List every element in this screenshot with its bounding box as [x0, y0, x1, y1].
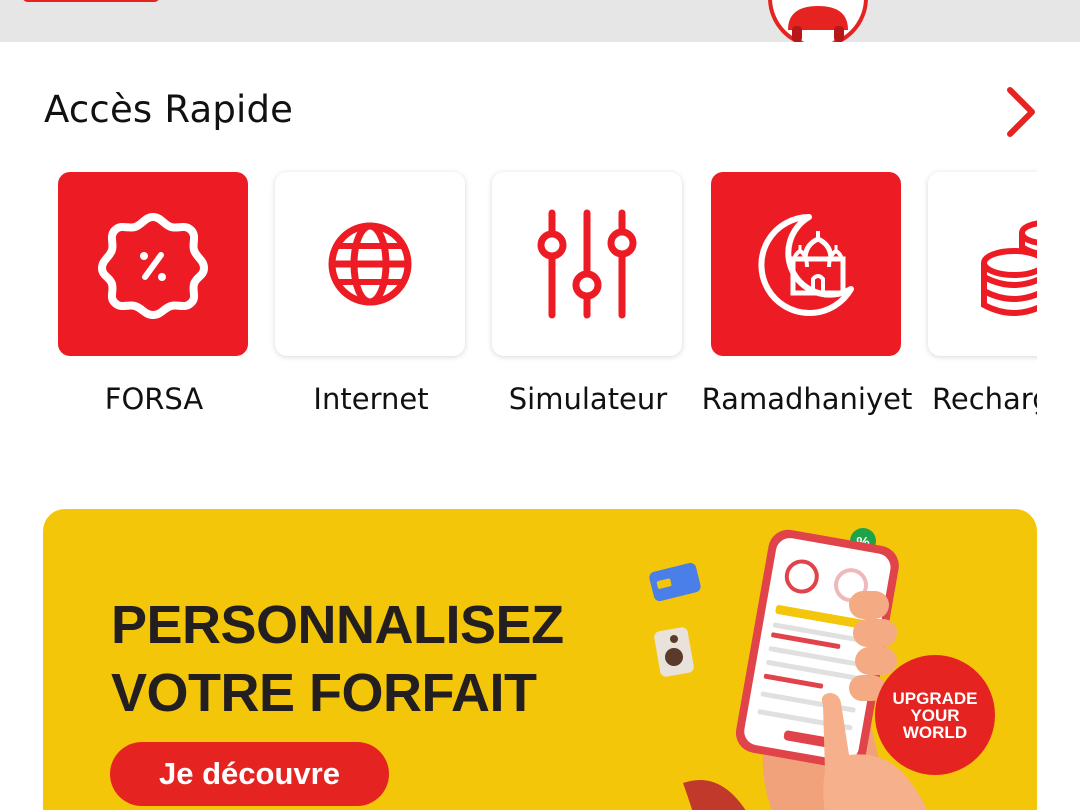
tile-label: Recharge — [932, 382, 1037, 416]
discover-button[interactable]: Je découvre — [110, 742, 389, 806]
tile-icon-box — [928, 172, 1037, 356]
speaker-icon — [654, 627, 694, 677]
quick-access-item-simulateur[interactable]: Simulateur — [478, 166, 698, 432]
tile-label: FORSA — [104, 382, 204, 416]
top-header-strip — [0, 0, 1080, 42]
tile-icon-box — [58, 172, 248, 356]
chevron-right-icon — [1007, 87, 1035, 137]
tile-icon-box — [711, 172, 901, 356]
promo-banner[interactable]: PERSONNALISEZ VOTRE FORFAIT Je découvre … — [43, 509, 1037, 810]
discount-badge-icon — [98, 213, 208, 319]
tile-label: Ramadhaniyet — [701, 382, 913, 416]
badge-line-2: YOUR — [910, 705, 960, 725]
coins-icon — [981, 220, 1037, 316]
badge-line-3: WORLD — [902, 722, 968, 742]
promo-headline: PERSONNALISEZ VOTRE FORFAIT — [111, 591, 564, 727]
phone-hand-illustration: % — [649, 528, 927, 810]
badge-line-1: UPGRADE — [892, 688, 978, 708]
tile-icon-box — [275, 172, 465, 356]
tile-icon-box — [492, 172, 682, 356]
quick-access-item-forsa[interactable]: FORSA — [44, 166, 264, 432]
support-avatar-icon[interactable] — [766, 0, 870, 42]
tile-label: Simulateur — [508, 382, 668, 416]
quick-access-item-internet[interactable]: Internet — [261, 166, 481, 432]
quick-access-see-all-button[interactable] — [996, 84, 1046, 140]
quick-access-title: Accès Rapide — [44, 88, 294, 131]
brand-logo — [22, 0, 160, 2]
promo-headline-line1: PERSONNALISEZ — [111, 595, 564, 655]
tile-label: Internet — [313, 382, 429, 416]
quick-access-item-ramadhaniyet[interactable]: Ramadhaniyet — [697, 166, 917, 432]
quick-access-item-recharge[interactable]: Recharge — [914, 166, 1037, 432]
crescent-mosque-icon — [758, 214, 854, 316]
globe-icon — [328, 222, 412, 306]
sliders-icon — [537, 209, 637, 319]
upgrade-world-badge: UPGRADE YOUR WORLD — [875, 655, 995, 775]
promo-headline-line2: VOTRE FORFAIT — [111, 663, 537, 723]
quick-access-carousel[interactable]: FORSA Internet Simulateur Ramadhaniyet R… — [44, 166, 1037, 432]
credit-card-icon — [649, 562, 701, 602]
